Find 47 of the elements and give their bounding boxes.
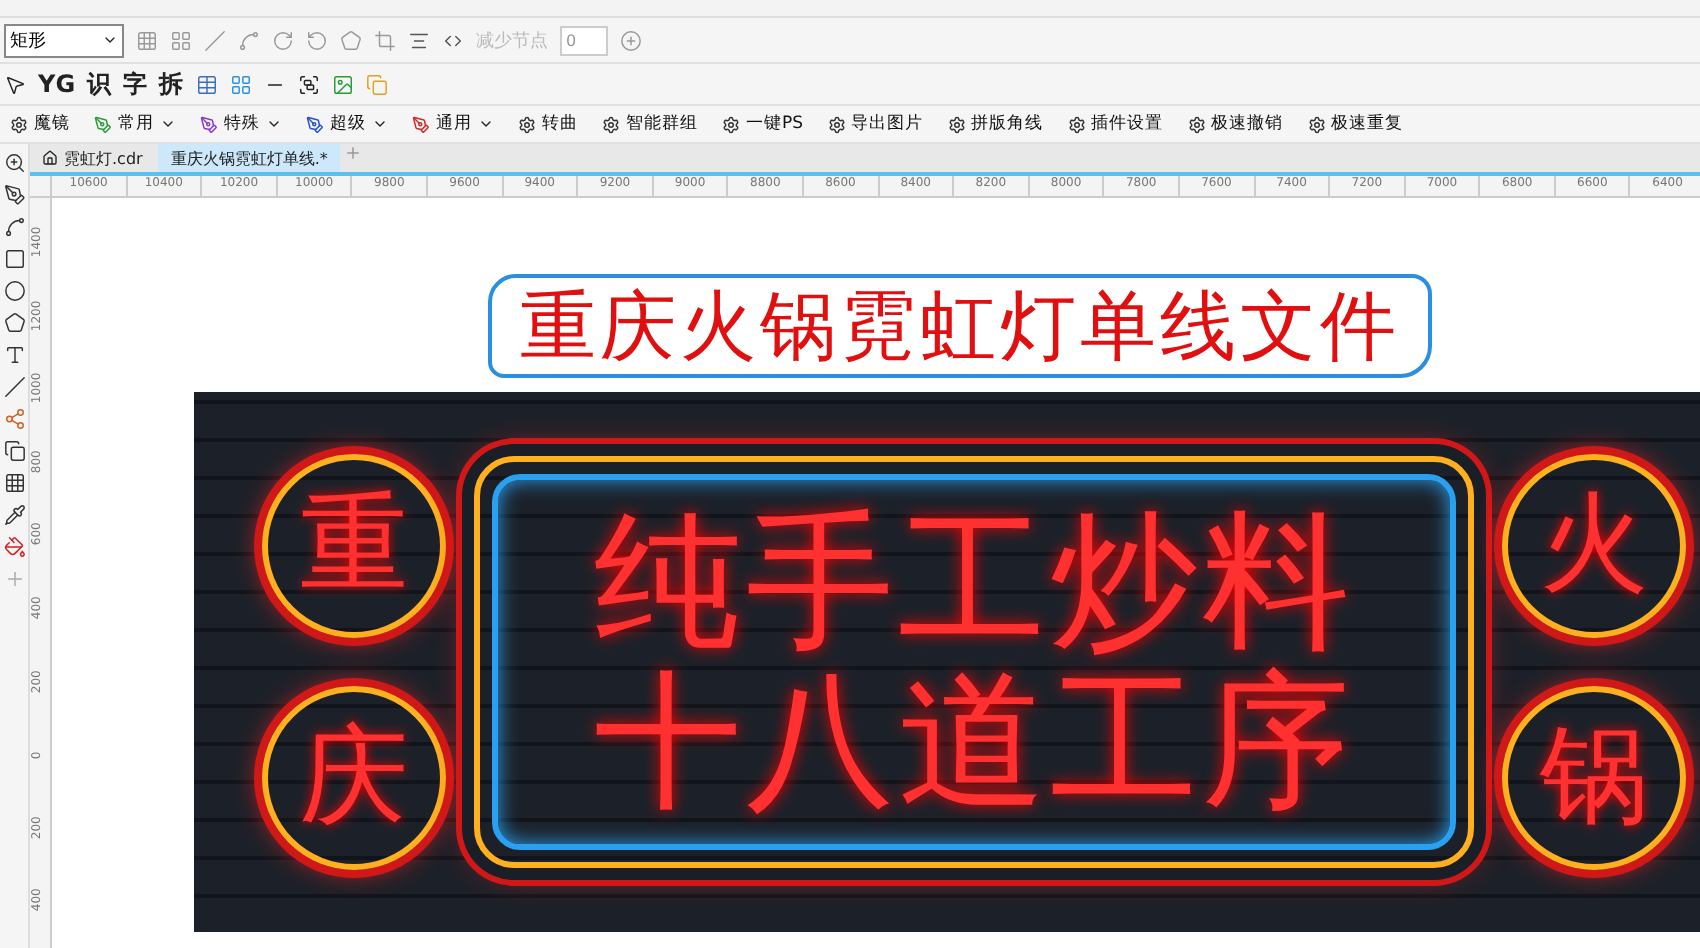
caret-icon <box>160 116 176 132</box>
plugin-button[interactable]: 导出图片 <box>821 108 930 140</box>
line-icon[interactable] <box>3 376 25 398</box>
plugin-button[interactable]: 魔镜 <box>4 108 76 140</box>
plugin-button[interactable]: 通用 <box>406 108 500 140</box>
add-icon[interactable] <box>620 29 642 51</box>
plugin-button[interactable]: 极速撤销 <box>1181 108 1290 140</box>
grid-icon[interactable] <box>229 73 252 95</box>
table-icon[interactable] <box>195 73 218 95</box>
connector-icon[interactable] <box>3 408 25 430</box>
plugin-button[interactable]: 一键PS <box>716 108 810 140</box>
plugin-button[interactable]: 插件设置 <box>1061 108 1170 140</box>
plugin-button[interactable]: 转曲 <box>512 108 584 140</box>
tool-glyph[interactable]: 识 <box>87 67 112 101</box>
tool-glyph[interactable]: YG <box>38 70 76 98</box>
tool-glyph[interactable]: 字 <box>123 67 148 101</box>
plugin-button[interactable]: 拼版角线 <box>941 108 1050 140</box>
crop-icon[interactable] <box>374 29 396 51</box>
plugin-button[interactable]: 特殊 <box>194 108 288 140</box>
zoom-icon[interactable] <box>3 152 25 174</box>
rectangle-icon[interactable] <box>3 248 25 270</box>
text-icon[interactable] <box>3 344 25 366</box>
pointer-icon[interactable] <box>4 73 26 95</box>
shape-icon[interactable] <box>340 29 362 51</box>
neon-text: 纯手工炒料 <box>594 507 1354 656</box>
curve-icon[interactable] <box>3 216 25 238</box>
plugin-button[interactable]: 极速重复 <box>1301 108 1410 140</box>
neon-text: 十八道工序 <box>594 667 1354 816</box>
shape-dropdown[interactable]: 矩形 <box>4 23 124 57</box>
caret-icon <box>102 32 118 48</box>
group-icon[interactable] <box>297 73 320 95</box>
caret-icon <box>478 116 494 132</box>
fill-icon[interactable] <box>3 536 25 558</box>
home-icon <box>42 150 58 166</box>
document-tab[interactable]: 重庆火锅霓虹灯单线.* <box>158 144 340 172</box>
plugin-button[interactable]: 常用 <box>88 108 182 140</box>
caret-icon <box>372 116 388 132</box>
plugin-button[interactable]: 超级 <box>300 108 394 140</box>
polygon-icon[interactable] <box>3 312 25 334</box>
plugin-button[interactable]: 智能群组 <box>596 108 704 140</box>
eyedropper-icon[interactable] <box>3 504 25 526</box>
image-icon[interactable] <box>331 73 354 95</box>
tool-glyph[interactable]: 拆 <box>159 67 184 101</box>
caret-icon <box>266 116 282 132</box>
pen-icon[interactable] <box>3 184 25 206</box>
ellipse-icon[interactable] <box>3 280 25 302</box>
handwritten-title: 重庆火锅霓虹灯单线文件 <box>488 274 1432 378</box>
